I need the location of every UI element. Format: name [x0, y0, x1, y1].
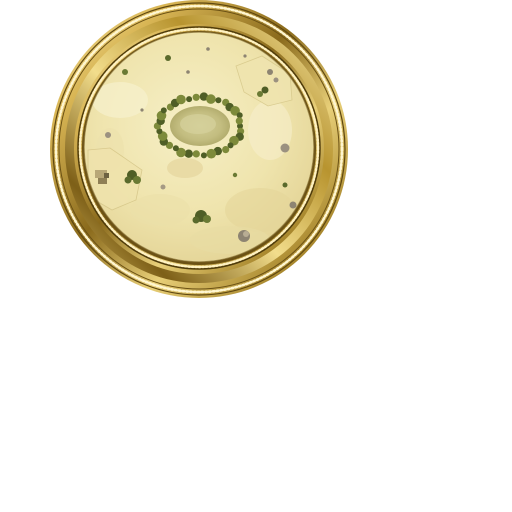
- tree-icon: [235, 117, 243, 125]
- oasis-icon: [170, 106, 230, 146]
- tree-icon: [215, 97, 222, 104]
- tree-icon: [206, 148, 217, 159]
- tree-icon: [172, 145, 179, 152]
- tree-icon: [186, 96, 193, 103]
- tree-icon: [184, 149, 193, 158]
- tree-icon: [176, 94, 186, 105]
- tree-icon: [160, 107, 167, 114]
- minimap[interactable]: [0, 0, 512, 512]
- tree-icon: [206, 94, 216, 104]
- tree-icon: [192, 93, 200, 101]
- game-viewport: [0, 0, 512, 512]
- tree-icon: [200, 152, 207, 159]
- tree-icon: [192, 150, 200, 158]
- tree-icon: [222, 146, 230, 154]
- minimap-terrain: [84, 32, 314, 262]
